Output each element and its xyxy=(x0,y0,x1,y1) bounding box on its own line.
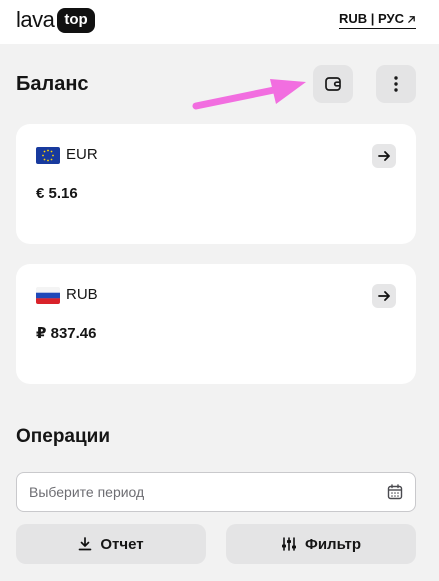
page-title: Баланс xyxy=(16,73,89,95)
period-picker-input[interactable]: Выберите период xyxy=(16,472,416,512)
period-placeholder: Выберите период xyxy=(29,484,145,500)
wallet-button[interactable] xyxy=(313,65,353,103)
eu-flag-icon xyxy=(36,146,60,164)
balance-amount: € 5.16 xyxy=(36,185,78,202)
logo[interactable]: lava top xyxy=(16,7,95,33)
logo-pill: top xyxy=(57,7,95,33)
currency-language-switch[interactable]: RUB | РУС xyxy=(339,11,416,29)
report-button-label: Отчет xyxy=(100,535,144,553)
currency-code: EUR xyxy=(66,146,98,163)
external-arrow-icon xyxy=(408,15,415,23)
open-account-button[interactable] xyxy=(372,284,396,308)
download-icon xyxy=(79,537,92,551)
locale-label: RUB | РУС xyxy=(339,11,404,26)
more-vertical-icon xyxy=(394,76,398,92)
calendar-icon[interactable] xyxy=(387,484,403,500)
top-bar: lava top RUB | РУС xyxy=(0,0,439,44)
balance-amount: ₽ 837.46 xyxy=(36,325,97,342)
arrow-right-icon xyxy=(377,151,390,161)
annotation-arrow xyxy=(192,79,306,110)
balance-card-eur[interactable]: EUR € 5.16 xyxy=(16,124,416,244)
card-header: RUB xyxy=(36,286,98,304)
filter-button-label: Фильтр xyxy=(305,535,361,553)
card-header: EUR xyxy=(36,146,98,164)
wallet-icon xyxy=(325,77,341,91)
balance-card-rub[interactable]: RUB ₽ 837.46 xyxy=(16,264,416,384)
operations-title: Операции xyxy=(16,426,111,447)
arrow-right-icon xyxy=(377,291,390,301)
currency-code: RUB xyxy=(66,286,98,303)
report-button[interactable]: Отчет xyxy=(16,524,206,564)
russia-flag-icon xyxy=(36,286,60,304)
logo-text: lava xyxy=(16,7,55,32)
more-options-button[interactable] xyxy=(376,65,416,103)
sliders-icon xyxy=(282,537,297,551)
open-account-button[interactable] xyxy=(372,144,396,168)
filter-button[interactable]: Фильтр xyxy=(226,524,416,564)
